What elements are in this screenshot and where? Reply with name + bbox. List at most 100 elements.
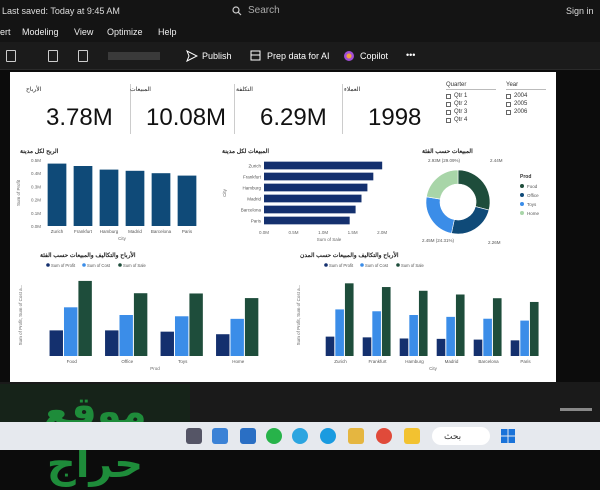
chart4-title: الأرباح والتكاليف والمبيعات حسب الفئة — [40, 253, 136, 259]
data-label: 2.45M (24.31%) — [422, 238, 455, 243]
sign-in-link[interactable]: Sign in — [566, 6, 594, 16]
app-icon[interactable] — [186, 428, 202, 444]
bar — [78, 280, 92, 356]
x-tick-label: Zurich — [51, 229, 64, 234]
copilot-button[interactable]: Copilot — [360, 51, 388, 61]
chrome-icon[interactable] — [376, 428, 392, 444]
category-combo-chart[interactable]: Sum of Profit Sum of Cost Sum of Sale Sum o… — [14, 260, 276, 378]
bar — [264, 194, 362, 203]
taskbar-search[interactable]: بحث — [432, 427, 490, 445]
menu-view[interactable]: View — [74, 27, 93, 37]
publish-button[interactable]: Publish — [202, 51, 232, 61]
x-tick-label: 1.0M — [318, 230, 328, 235]
checkbox-icon[interactable] — [446, 93, 451, 99]
app-icon[interactable] — [404, 428, 420, 444]
slicer-item[interactable]: Qtr 2 — [446, 100, 496, 108]
search-label: Search — [248, 5, 280, 16]
document-icon[interactable] — [78, 50, 88, 62]
bar — [99, 169, 119, 226]
bar — [264, 183, 368, 192]
search-box[interactable]: Search — [222, 3, 422, 19]
donut-slice — [426, 169, 459, 200]
slicer-item[interactable]: 2006 — [506, 108, 546, 116]
x-axis-label: Prod — [150, 366, 160, 371]
kpi-cost-value: 6.29M — [260, 104, 327, 131]
page-icon[interactable] — [48, 50, 58, 62]
slicer-item[interactable]: 2005 — [506, 100, 546, 108]
quarter-slicer-title: Quarter — [446, 82, 496, 90]
x-tick-label: 1.5M — [348, 230, 358, 235]
bar — [344, 283, 354, 356]
x-axis-label: City — [429, 366, 437, 371]
legend-marker — [396, 263, 400, 267]
bar — [174, 316, 189, 356]
y-tick-label: 0.1M — [31, 211, 41, 216]
bar — [244, 298, 259, 356]
slicer-item[interactable]: Qtr 1 — [446, 92, 496, 100]
slicer-item[interactable]: 2004 — [506, 92, 546, 100]
chart3-title: المبيعات حسب الفئة — [422, 149, 473, 155]
quarter-slicer[interactable]: Quarter Qtr 1 Qtr 2 Qtr 3 Qtr 4 — [446, 82, 496, 124]
taskbar-search-label: بحث — [444, 431, 462, 441]
x-axis-label: Sum of Sale — [317, 237, 342, 242]
y-tick-label: 0.4M — [31, 171, 41, 176]
bar — [49, 330, 63, 356]
app-icon[interactable] — [240, 428, 256, 444]
table-icon[interactable] — [6, 50, 16, 62]
menu-optimize[interactable]: Optimize — [107, 27, 143, 37]
telegram-icon[interactable] — [292, 428, 308, 444]
menu-bar: ert Modeling View Optimize Help — [0, 22, 600, 42]
slicer-item-label: 2006 — [514, 109, 528, 115]
bar — [119, 315, 133, 356]
city-combo-chart[interactable]: Sum of Profit Sum of Cost Sum of Sale Sum o… — [292, 260, 554, 378]
slicer-item-label: Qtr 1 — [454, 93, 468, 99]
legend-marker — [118, 263, 122, 267]
folder-icon[interactable] — [348, 428, 364, 444]
bar — [436, 338, 446, 356]
chart2-title: المبيعات لكل مدينة — [222, 149, 270, 155]
checkbox-icon[interactable] — [446, 109, 451, 115]
checkbox-icon[interactable] — [506, 101, 511, 107]
x-tick-label: Madrid — [128, 229, 142, 234]
y-tick-label: Madrid — [247, 197, 261, 202]
menu-insert[interactable]: ert — [0, 27, 11, 37]
more-options-button[interactable]: ••• — [406, 50, 415, 60]
chart1-title: الربح لكل مدينة — [20, 149, 59, 155]
app-icon[interactable] — [212, 428, 228, 444]
bar — [177, 175, 197, 226]
copilot-icon — [344, 51, 354, 61]
slicer-item[interactable]: Qtr 3 — [446, 108, 496, 116]
x-tick-label: Hamburg — [405, 359, 424, 364]
checkbox-icon[interactable] — [446, 101, 451, 107]
bar — [492, 298, 502, 356]
bar — [160, 331, 174, 356]
menu-modeling[interactable]: Modeling — [22, 27, 59, 37]
bar — [409, 315, 418, 356]
y-axis-label: Sum of Profit — [16, 179, 21, 206]
bar — [381, 287, 391, 356]
checkbox-icon[interactable] — [506, 109, 511, 115]
donut-slice — [457, 169, 491, 211]
windows-start-icon[interactable] — [500, 428, 516, 444]
y-tick-label: 0.0M — [31, 224, 41, 229]
bar — [105, 330, 119, 356]
edge-icon[interactable] — [320, 428, 336, 444]
x-tick-label: Toys — [178, 359, 188, 364]
slicer-item[interactable]: Qtr 4 — [446, 116, 496, 124]
legend-label: Sum of Profit — [329, 263, 354, 268]
prep-data-button[interactable]: Prep data for AI — [267, 51, 330, 61]
whatsapp-icon[interactable] — [266, 428, 282, 444]
title-bar: Last saved: Today at 9:45 AM Search Sign… — [0, 0, 600, 22]
legend-marker — [82, 263, 86, 267]
menu-help[interactable]: Help — [158, 27, 177, 37]
checkbox-icon[interactable] — [506, 93, 511, 99]
profit-by-city-chart[interactable]: 0.0M 0.1M 0.2M 0.3M 0.4M 0.5M Sum of Profit Zur… — [14, 156, 210, 246]
zoom-slider[interactable] — [560, 408, 592, 411]
legend-marker — [46, 263, 50, 267]
y-tick-label: Hamburg — [242, 186, 261, 191]
y-tick-label: Zurich — [248, 164, 261, 169]
sales-by-category-donut[interactable]: 2.93M (29.09%) 2.44M 2.45M (24.31%) 2.26M Pr… — [408, 156, 554, 246]
year-slicer[interactable]: Year 2004 2005 2006 — [506, 82, 546, 116]
sales-by-city-chart[interactable]: Zurich Frankfurt Hamburg Madrid Barcelona Par… — [216, 156, 406, 246]
checkbox-icon[interactable] — [446, 117, 451, 123]
